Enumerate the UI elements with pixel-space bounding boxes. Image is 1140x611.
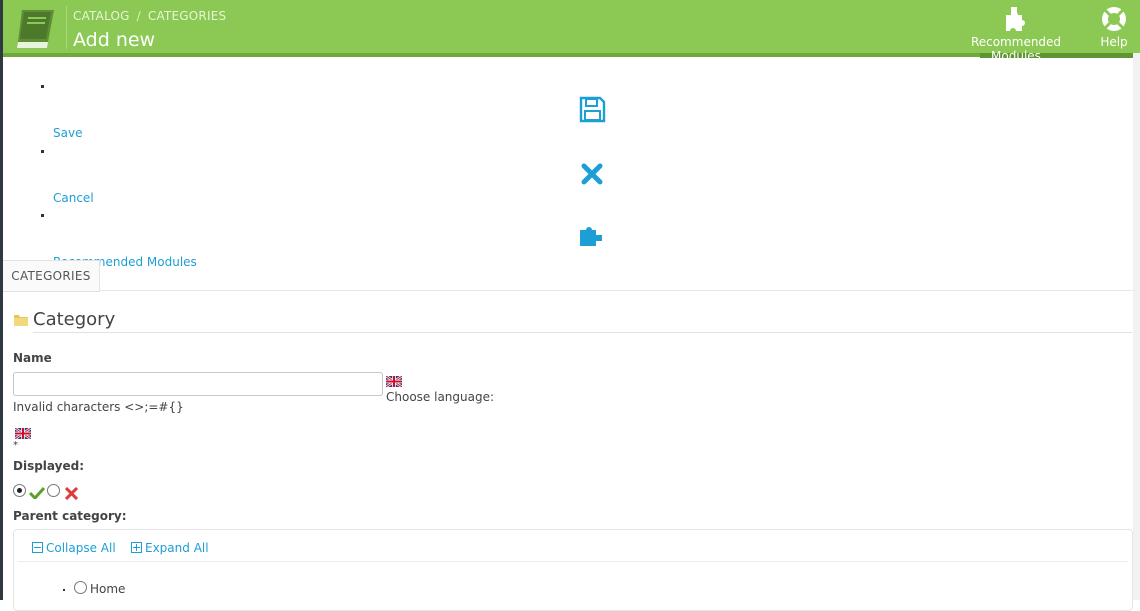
cross-icon [65,487,78,500]
close-icon[interactable] [581,163,603,185]
tab-underline [99,290,1133,291]
save-icon[interactable] [579,96,606,123]
list-bullet [63,589,65,591]
help-label: Help [1100,35,1128,49]
tree-toolbar-divider [18,561,1128,562]
header-divider [66,6,67,49]
folder-icon [14,315,28,326]
tab-categories[interactable]: CATEGORIES [3,260,100,292]
page-title: Add new [73,29,156,51]
collapse-icon [32,542,43,553]
displayed-no-radio[interactable] [47,484,60,497]
list-bullet [41,85,44,88]
vertical-scrollbar[interactable] [1133,53,1140,600]
name-label: Name [13,351,52,365]
puzzle-icon[interactable] [578,222,606,248]
tree-item-home[interactable]: Home [90,582,125,596]
parent-home-radio[interactable] [74,581,87,594]
displayed-label: Displayed: [13,459,84,473]
parent-category-label: Parent category: [13,509,127,523]
check-icon [29,486,45,499]
save-button[interactable]: Save [53,126,82,140]
required-mark: * [13,440,18,451]
invalid-characters-hint: Invalid characters <>;=#{} [13,400,184,414]
expand-all-button[interactable]: Expand All [145,541,209,555]
flag-uk-icon[interactable] [386,376,402,387]
recommended-modules-header-button[interactable]: Recommended Modules [945,5,1087,63]
name-input[interactable] [13,372,383,396]
choose-language-label: Choose language: [386,390,495,404]
help-button[interactable]: Help [1094,5,1134,49]
section-title: Category [33,309,116,330]
puzzle-icon [1006,7,1025,31]
flag-uk-icon[interactable] [15,428,31,439]
book-logo-icon [17,10,54,48]
breadcrumb: CATALOG / CATEGORIES [73,9,226,23]
displayed-yes-radio[interactable] [13,484,26,497]
section-divider [33,332,1132,333]
breadcrumb-categories[interactable]: CATEGORIES [148,9,226,23]
collapse-all-button[interactable]: Collapse All [46,541,116,555]
list-bullet [41,150,44,153]
help-lifebuoy-icon [1102,7,1126,31]
breadcrumb-separator: / [136,9,141,23]
cancel-button[interactable]: Cancel [53,191,94,205]
left-edge-bar [0,0,3,600]
breadcrumb-catalog[interactable]: CATALOG [73,9,130,23]
list-bullet [41,214,44,217]
recommended-modules-label: Recommended Modules [970,35,1062,63]
expand-icon [131,542,142,553]
